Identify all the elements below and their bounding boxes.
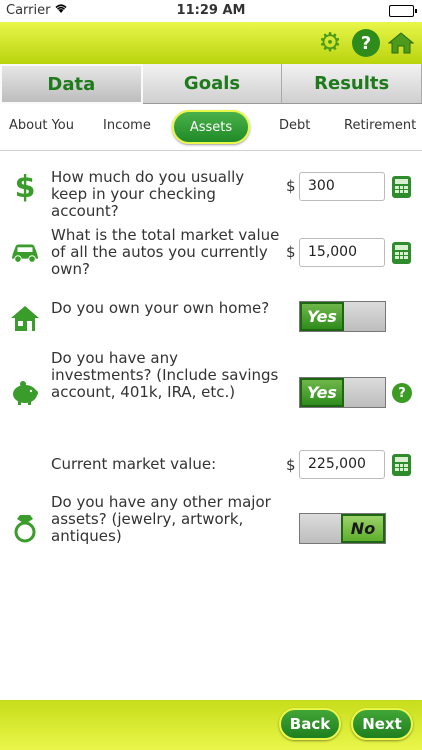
subtab-assets[interactable]: Assets	[172, 110, 250, 144]
currency-symbol: $	[286, 177, 296, 195]
tab-goals[interactable]: Goals	[142, 64, 283, 104]
toggle-yes-label: Yes	[300, 378, 344, 407]
ring-icon	[10, 513, 40, 543]
battery-icon	[389, 5, 417, 17]
divider	[0, 150, 422, 151]
question-text: Do you have any investments? (Include sa…	[51, 349, 279, 401]
subtab-about-you[interactable]: About You	[9, 118, 74, 133]
checking-amount-input[interactable]: 300	[299, 172, 385, 201]
tab-data[interactable]: Data	[0, 64, 143, 104]
back-button[interactable]: Back	[279, 708, 341, 740]
help-icon[interactable]: ?	[352, 29, 380, 57]
dollar-icon: $	[10, 170, 40, 202]
question-text: What is the total market value of all th…	[51, 226, 280, 278]
main-tabs: Data Goals Results	[0, 64, 422, 104]
question-text: Current market value:	[51, 455, 217, 473]
currency-symbol: $	[286, 456, 296, 474]
autos-value-input[interactable]: 15,000	[299, 238, 385, 267]
calculator-icon[interactable]	[392, 242, 411, 264]
house-icon	[10, 303, 40, 333]
question-text: How much do you usually keep in your che…	[51, 168, 245, 220]
car-icon	[10, 237, 40, 267]
own-home-toggle[interactable]: Yes	[299, 301, 386, 332]
help-icon[interactable]: ?	[392, 383, 412, 403]
next-button[interactable]: Next	[351, 708, 413, 740]
top-toolbar: ⚙ ?	[0, 22, 422, 64]
clock: 11:29 AM	[176, 3, 246, 18]
gear-icon[interactable]: ⚙	[316, 29, 344, 57]
home-icon[interactable]	[387, 29, 415, 57]
currency-symbol: $	[286, 243, 296, 261]
status-bar: Carrier 11:29 AM	[0, 0, 422, 22]
piggy-bank-icon	[10, 378, 40, 408]
toggle-yes-label: Yes	[300, 302, 344, 331]
calculator-icon[interactable]	[392, 454, 411, 476]
svg-text:$: $	[15, 170, 36, 202]
other-assets-toggle[interactable]: No	[299, 513, 386, 544]
tab-results[interactable]: Results	[282, 64, 422, 104]
subtab-debt[interactable]: Debt	[279, 118, 310, 133]
sub-tabs: About You Income Assets Debt Retirement	[0, 106, 422, 148]
question-text: Do you have any other major assets? (jew…	[51, 493, 271, 545]
calculator-icon[interactable]	[392, 176, 411, 198]
market-value-input[interactable]: 225,000	[299, 450, 385, 479]
question-text: Do you own your own home?	[51, 299, 270, 317]
bottom-toolbar: Back Next	[0, 700, 422, 750]
investments-toggle[interactable]: Yes	[299, 377, 386, 408]
subtab-retirement[interactable]: Retirement	[344, 118, 416, 133]
subtab-income[interactable]: Income	[103, 118, 151, 133]
toggle-no-label: No	[341, 514, 385, 543]
